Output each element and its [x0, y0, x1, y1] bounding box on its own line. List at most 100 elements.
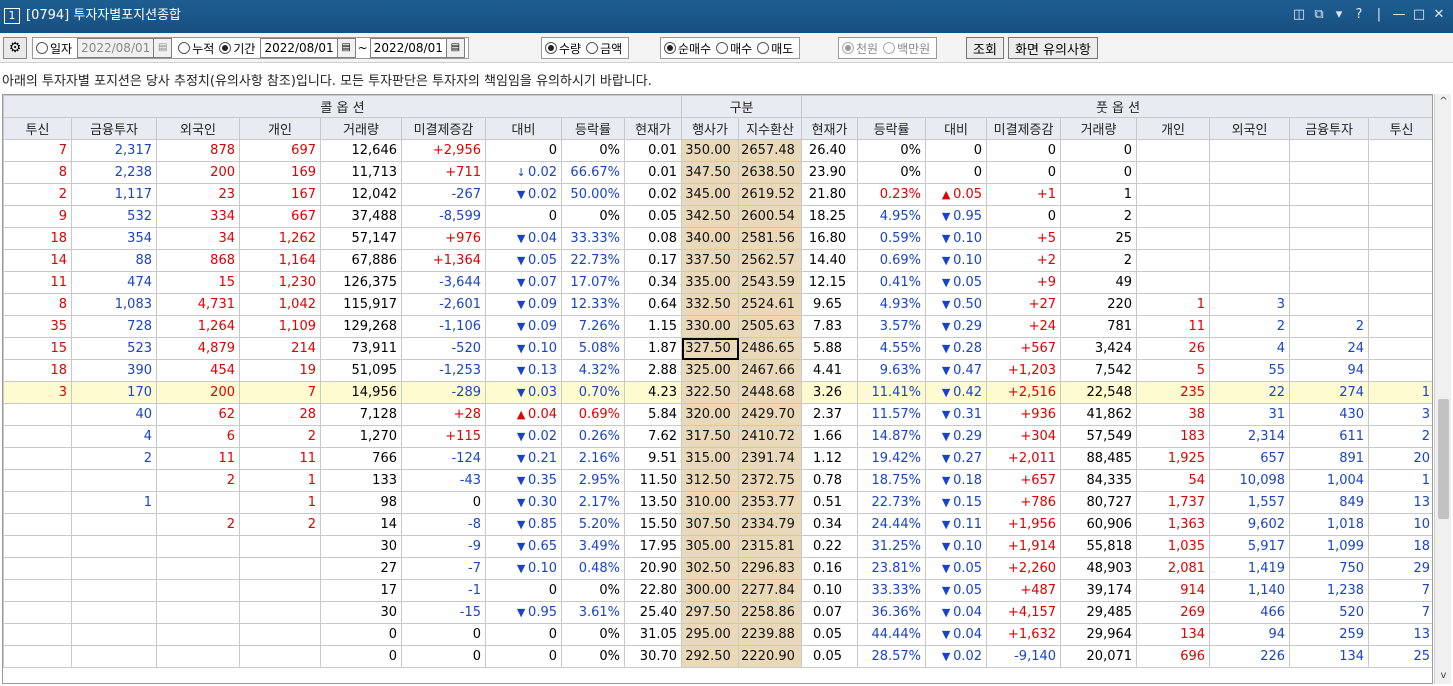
- cell-value: 115,917: [343, 296, 397, 312]
- column-header[interactable]: 거래량: [1060, 117, 1138, 140]
- cell-value: 9,602: [1247, 516, 1286, 532]
- column-header[interactable]: 개인: [239, 117, 321, 140]
- table-row[interactable]: 17 -1 0 0% 22.80 300.00 2277.84 0.10 33.33% ▼ 0.05…: [3, 579, 1432, 602]
- table-row[interactable]: 1 1 98 0 ▼ 0.30 2.17% 13.50 310.00 2353.77 0.51 22.…: [3, 491, 1432, 514]
- radio-qty[interactable]: [545, 42, 557, 54]
- call-volume: 766: [320, 447, 402, 470]
- column-header[interactable]: 개인: [1136, 117, 1211, 140]
- radio-daily[interactable]: [36, 42, 48, 54]
- put-change: ▼ 0.31: [925, 403, 988, 426]
- scroll-up-icon[interactable]: ^: [1435, 94, 1452, 110]
- radio-net-buy[interactable]: [664, 42, 676, 54]
- table-row[interactable]: 30 -9 ▼ 0.65 3.49% 17.95 305.00 2315.81 0.22 31.2…: [3, 535, 1432, 558]
- table-row[interactable]: 2 1 133 -43 ▼ 0.35 2.95% 11.50 312.50 2372.75 0.78…: [3, 469, 1432, 492]
- query-button[interactable]: 조회: [966, 37, 1004, 59]
- table-row[interactable]: 15 523 4,879 214 73,911 -520 ▼ 0.10 5.08% 1.87 327…: [3, 337, 1432, 360]
- vertical-scrollbar[interactable]: ^ v: [1434, 94, 1451, 684]
- table-row[interactable]: 9 532 334 667 37,488 -8,599 0 0% 0.05 342.50 2600.…: [3, 205, 1432, 228]
- date-to-field[interactable]: 2022/08/01 ▤: [369, 38, 465, 58]
- column-header[interactable]: 미결제증감: [986, 117, 1062, 140]
- radio-buy[interactable]: [716, 42, 729, 54]
- radio-amount[interactable]: [586, 42, 599, 54]
- put-volume: 25: [1060, 227, 1138, 250]
- cell-value: -8: [468, 516, 481, 532]
- put-financial-investment: 1,018: [1289, 513, 1370, 536]
- table-row[interactable]: 7 2,317 878 697 12,646 +2,956 0 0% 0.01 350.00 265…: [3, 139, 1432, 162]
- column-header[interactable]: 투신: [3, 117, 72, 140]
- calendar-icon[interactable]: ▤: [336, 39, 355, 57]
- table-row[interactable]: 2 2 14 -8 ▼ 0.85 5.20% 15.50 307.50 2334.79 0.34 24…: [3, 513, 1432, 536]
- column-header[interactable]: 거래량: [320, 117, 402, 140]
- window-pin-icon[interactable]: ▾: [1331, 7, 1347, 23]
- settings-gear-button[interactable]: ⚙: [3, 37, 27, 59]
- options-position-grid[interactable]: 콜 옵 션 구분 풋 옵 션 투신 금융투자 외국인 개인 거래량 미결제증감 대비 등락률 현…: [2, 94, 1433, 684]
- table-row[interactable]: 35 728 1,264 1,109 129,268 -1,106 ▼ 0.09 7.26% 1.…: [3, 315, 1432, 338]
- call-price: 11.50: [623, 469, 683, 492]
- cell-value: 1,238: [1326, 582, 1365, 598]
- put-oi-change: +1,956: [986, 513, 1062, 536]
- close-icon[interactable]: ✕: [1431, 7, 1447, 23]
- cell-value: 3.26: [813, 384, 842, 400]
- scroll-thumb[interactable]: [1438, 399, 1449, 519]
- column-header[interactable]: 지수환산: [738, 117, 803, 140]
- column-header[interactable]: 현재가: [623, 117, 683, 140]
- scroll-down-icon[interactable]: v: [1435, 668, 1452, 684]
- notice-button[interactable]: 화면 유의사항: [1008, 37, 1098, 59]
- window-link-icon[interactable]: ⧉: [1311, 7, 1327, 23]
- column-header[interactable]: 현재가: [801, 117, 859, 140]
- column-header[interactable]: 외국인: [1209, 117, 1291, 140]
- minimize-icon[interactable]: —: [1391, 7, 1407, 23]
- table-row[interactable]: 14 88 868 1,164 67,886 +1,364 ▼ 0.05 22.73% 0.17 3…: [3, 249, 1432, 272]
- maximize-icon[interactable]: □: [1411, 7, 1427, 23]
- cell-value: 2: [58, 186, 67, 202]
- column-header[interactable]: 금융투자: [1289, 117, 1370, 140]
- table-row[interactable]: 40 62 28 7,128 +28 ▲ 0.04 0.69% 5.84 320.00 2429.7…: [3, 403, 1432, 426]
- table-row[interactable]: 2 1,117 23 167 12,042 -267 ▼ 0.02 50.00% 0.02 345.…: [3, 183, 1432, 206]
- column-header[interactable]: 대비: [485, 117, 562, 140]
- call-foreign: [156, 535, 240, 558]
- cell-value: 0.34: [648, 274, 678, 290]
- cell-value: 9: [58, 208, 67, 224]
- table-row[interactable]: 30 -15 ▼ 0.95 3.61% 25.40 297.50 2258.86 0.07 36.…: [3, 601, 1432, 624]
- column-header[interactable]: 미결제증감: [401, 117, 486, 140]
- table-row[interactable]: 8 1,083 4,731 1,042 115,917 -2,601 ▼ 0.09 12.33%…: [3, 293, 1432, 316]
- call-rate: 0.48%: [561, 557, 625, 580]
- calendar-icon[interactable]: ▤: [445, 39, 464, 57]
- radio-million-won[interactable]: [883, 42, 896, 54]
- column-header[interactable]: 투신: [1368, 117, 1432, 140]
- table-row[interactable]: 3 170 200 7 14,956 -289 ▼ 0.03 0.70% 4.23 322.50 24…: [3, 381, 1432, 404]
- cell-value: 667: [291, 208, 316, 224]
- column-header[interactable]: 외국인: [156, 117, 240, 140]
- cell-value: 307.50: [685, 516, 731, 532]
- radio-period[interactable]: [219, 42, 232, 54]
- cell-value: 0.29: [953, 318, 983, 334]
- call-financial-investment: [71, 645, 157, 668]
- column-header[interactable]: 행사가: [681, 117, 740, 140]
- table-row[interactable]: 18 390 454 19 51,095 -1,253 ▼ 0.13 4.32% 2.88 325.…: [3, 359, 1432, 382]
- column-header[interactable]: 금융투자: [71, 117, 157, 140]
- table-row[interactable]: 0 0 0 0% 31.05 295.00 2239.88 0.05 44.44% ▼ 0.04 +1…: [3, 623, 1432, 646]
- call-investment-trust: 8: [3, 161, 72, 184]
- call-individual: 167: [239, 183, 321, 206]
- window-layout-icon[interactable]: ◫: [1291, 7, 1307, 23]
- column-header[interactable]: 대비: [925, 117, 988, 140]
- table-row[interactable]: 18 354 34 1,262 57,147 +976 ▼ 0.04 33.33% 0.08 340…: [3, 227, 1432, 250]
- help-icon[interactable]: ?: [1351, 7, 1367, 23]
- radio-sell[interactable]: [757, 42, 770, 54]
- radio-qty-label: 수량: [559, 41, 582, 56]
- cell-value: 781: [1107, 318, 1133, 334]
- date-from-field[interactable]: 2022/08/01 ▤: [260, 38, 356, 58]
- column-header[interactable]: 등락률: [857, 117, 927, 140]
- cell-value: 0.23%: [879, 186, 922, 202]
- radio-thousand-won[interactable]: [842, 42, 854, 54]
- column-header[interactable]: 등락률: [561, 117, 625, 140]
- table-row[interactable]: 4 6 2 1,270 +115 ▼ 0.02 0.26% 7.62 317.50 2410.72 1…: [3, 425, 1432, 448]
- table-row[interactable]: 27 -7 ▼ 0.10 0.48% 20.90 302.50 2296.83 0.16 23.8…: [3, 557, 1432, 580]
- table-row[interactable]: 11 474 15 1,230 126,375 -3,644 ▼ 0.07 17.07% 0.34…: [3, 271, 1432, 294]
- table-row[interactable]: 0 0 0 0% 30.70 292.50 2220.90 0.05 28.57% ▼ 0.02 -9…: [3, 645, 1432, 668]
- table-row[interactable]: 8 2,238 200 169 11,713 +711 ↓ 0.02 66.67% 0.01 347…: [3, 161, 1432, 184]
- put-price: 23.90: [801, 161, 859, 184]
- table-row[interactable]: 2 11 11 766 -124 ▼ 0.21 2.16% 9.51 315.00 2391.74 1…: [3, 447, 1432, 470]
- put-rate: 19.42%: [857, 447, 927, 470]
- radio-cumulative[interactable]: [178, 42, 191, 54]
